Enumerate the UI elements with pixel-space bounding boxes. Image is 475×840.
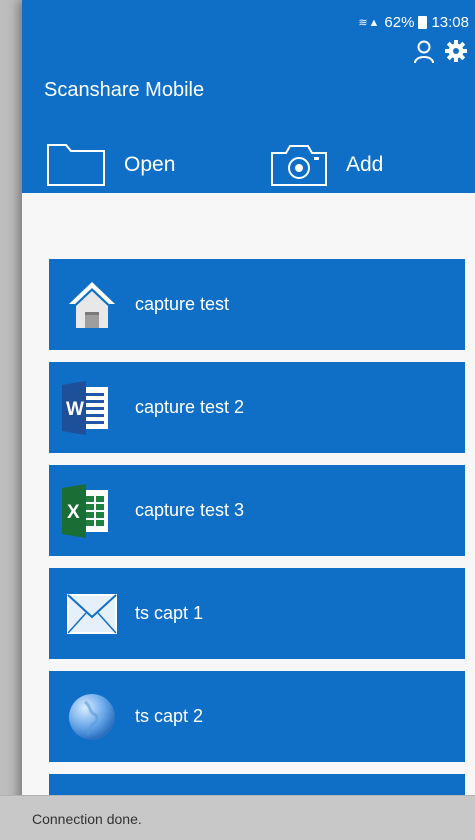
excel-icon: X [62,483,108,538]
item-label: capture test 2 [135,397,245,417]
gear-icon[interactable] [445,40,467,62]
battery-icon [418,15,428,29]
list-item[interactable]: ts capt 1 [49,568,465,659]
list-item[interactable]: ts capt 2 [49,671,465,762]
status-bar: ≋▲ 62% 13:08 [358,12,469,32]
user-icon[interactable] [413,40,435,64]
add-button[interactable]: Add [270,140,383,190]
wifi-signal-icon: ≋▲ [358,16,381,29]
list-item[interactable]: capture test [49,259,465,350]
camera-icon [271,145,327,186]
svg-text:X: X [67,502,80,523]
toast: Connection done. [0,795,475,840]
globe-icon [69,693,115,740]
add-label: Add [346,153,384,176]
battery-percent: 62% [384,13,415,31]
item-label: ts capt 1 [135,603,204,623]
app-title: Scanshare Mobile [44,79,205,101]
item-label: capture test 3 [135,500,245,520]
app-bar: ≋▲ 62% 13:08 Scanshare Mobile Open Add [22,0,475,193]
workflow-list: capture test W capture test 2 X capture … [49,259,465,826]
svg-text:W: W [66,399,84,420]
list-item[interactable]: W capture test 2 [49,362,465,453]
word-icon: W [62,380,108,435]
list-item[interactable]: X capture test 3 [49,465,465,556]
open-label: Open [124,153,176,176]
mail-icon [67,593,117,634]
item-label: capture test [135,294,230,314]
item-label: ts capt 2 [135,706,204,726]
folder-icon [47,144,105,186]
toast-message: Connection done. [32,811,142,827]
open-button[interactable]: Open [46,140,175,190]
home-icon [69,281,115,328]
phone-screen: ≋▲ 62% 13:08 Scanshare Mobile Open Add c… [22,0,475,839]
clock: 13:08 [431,13,469,31]
